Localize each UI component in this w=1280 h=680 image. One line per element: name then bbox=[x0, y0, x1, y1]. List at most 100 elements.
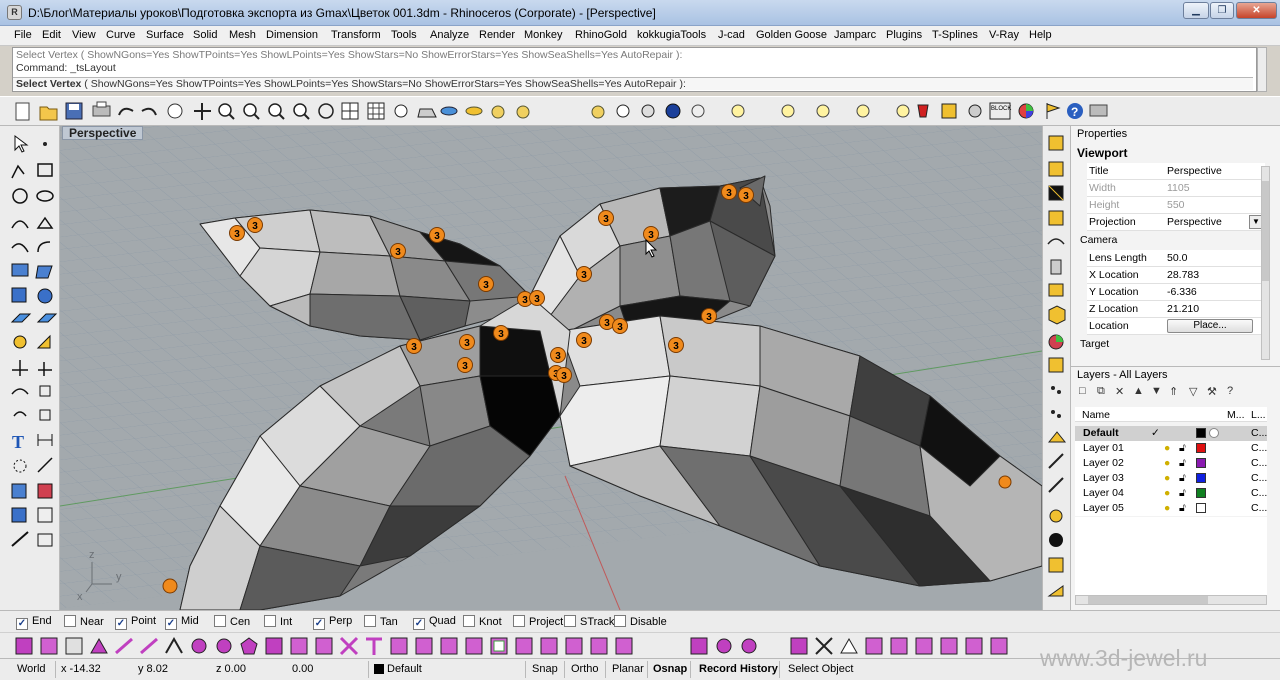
vertex-badge[interactable]: 3 bbox=[252, 221, 258, 232]
minimize-button[interactable]: ▁ bbox=[1183, 2, 1209, 19]
vertex-badge[interactable]: 3 bbox=[706, 312, 712, 323]
point-icon[interactable] bbox=[43, 142, 47, 146]
osnap-quad[interactable]: ✓ Quad bbox=[413, 615, 456, 630]
text-icon[interactable]: T bbox=[12, 432, 24, 452]
menu-jamparc[interactable]: Jamparc bbox=[834, 29, 876, 41]
bulb-e-icon[interactable] bbox=[896, 104, 910, 118]
cube-face-icon[interactable] bbox=[1048, 161, 1064, 177]
layer-linetype[interactable]: C... bbox=[1251, 487, 1267, 499]
layer-row-default[interactable]: Default ✓ C... bbox=[1075, 426, 1267, 441]
cube-magenta-icon[interactable] bbox=[15, 637, 33, 655]
vertex-badge[interactable]: 3 bbox=[726, 188, 732, 199]
column-name-header[interactable]: Name bbox=[1082, 409, 1110, 421]
layers-hscrollbar[interactable] bbox=[1075, 595, 1267, 605]
polyline-icon[interactable] bbox=[11, 164, 25, 179]
checkbox-knot[interactable] bbox=[463, 615, 475, 627]
sphere-icon[interactable] bbox=[37, 288, 53, 304]
box-mode-icon[interactable] bbox=[565, 637, 583, 655]
menu-render[interactable]: Render bbox=[479, 29, 515, 41]
box-icon[interactable] bbox=[11, 287, 27, 303]
weld-icon[interactable] bbox=[90, 637, 108, 654]
osnap-int[interactable]: Int bbox=[264, 615, 292, 629]
osnap-end[interactable]: ✓ End bbox=[16, 615, 52, 630]
menu-vray[interactable]: V-Ray bbox=[989, 29, 1019, 41]
options-icon[interactable] bbox=[968, 104, 982, 118]
render-icon[interactable] bbox=[665, 103, 681, 119]
menu-dimension[interactable]: Dimension bbox=[266, 29, 318, 41]
checkbox-cen[interactable] bbox=[214, 615, 226, 627]
xray-view-icon[interactable] bbox=[516, 105, 530, 119]
bulb-b-icon[interactable] bbox=[781, 104, 795, 118]
properties-scrollbar[interactable] bbox=[1261, 166, 1270, 360]
checkbox-disable[interactable] bbox=[614, 615, 626, 627]
layer-color-swatch[interactable] bbox=[1196, 488, 1206, 498]
layout-icon[interactable] bbox=[37, 507, 53, 523]
layer-name[interactable]: Layer 02 bbox=[1083, 457, 1124, 469]
move-to-parent-icon[interactable]: ⇑ bbox=[1169, 385, 1178, 398]
points-on-icon[interactable] bbox=[13, 459, 27, 473]
layer-name[interactable]: Layer 03 bbox=[1083, 472, 1124, 484]
open-file-icon[interactable] bbox=[39, 106, 58, 121]
osnap-disable[interactable]: Disable bbox=[614, 615, 667, 629]
pen-icon[interactable] bbox=[1048, 453, 1064, 469]
lock-icon[interactable]: 🔓︎ bbox=[1179, 502, 1186, 515]
toggle-icon[interactable] bbox=[615, 637, 633, 655]
osnap-tan[interactable]: Tan bbox=[364, 615, 398, 629]
osnap-perp[interactable]: ✓ Perp bbox=[313, 615, 352, 630]
scatter-icon[interactable] bbox=[1051, 410, 1061, 418]
planar-toggle[interactable]: Planar bbox=[612, 663, 644, 675]
layer-linetype[interactable]: C... bbox=[1251, 442, 1267, 454]
property-row[interactable]: Z Location 21.210 bbox=[1087, 301, 1265, 318]
select-loop-icon[interactable] bbox=[440, 637, 458, 655]
undo-icon[interactable] bbox=[118, 107, 134, 116]
surface-edge-icon[interactable] bbox=[35, 265, 53, 279]
property-row[interactable]: X Location 28.783 bbox=[1087, 267, 1265, 284]
append-icon[interactable] bbox=[315, 637, 333, 655]
menu-plugins[interactable]: Plugins bbox=[886, 29, 922, 41]
vertex-badge[interactable]: 3 bbox=[604, 318, 610, 329]
layer-color-swatch[interactable] bbox=[1196, 503, 1206, 513]
wireframe-view-icon[interactable] bbox=[616, 104, 630, 118]
move-up-icon[interactable]: ▲ bbox=[1133, 385, 1144, 397]
move-down-icon[interactable]: ▼ bbox=[1151, 385, 1162, 397]
print-icon[interactable] bbox=[92, 101, 111, 117]
checkbox-int[interactable] bbox=[264, 615, 276, 627]
rectangle-icon[interactable] bbox=[37, 163, 53, 177]
menu-monkey[interactable]: Monkey bbox=[524, 29, 563, 41]
explode-icon[interactable] bbox=[11, 388, 29, 395]
lightbulb-icon[interactable]: ● bbox=[1164, 502, 1170, 514]
extrude-icon[interactable] bbox=[1048, 305, 1066, 325]
checkbox-strack[interactable] bbox=[564, 615, 576, 627]
ghosted-view-icon[interactable] bbox=[491, 105, 505, 119]
vertex-badge[interactable]: 3 bbox=[395, 247, 401, 258]
current-layer-check[interactable]: ✓ bbox=[1151, 427, 1160, 439]
checkbox-tan[interactable] bbox=[364, 615, 376, 627]
flip-icon[interactable] bbox=[1047, 585, 1064, 597]
fill-hole-icon[interactable] bbox=[265, 637, 283, 655]
column-material-header[interactable]: M... bbox=[1227, 409, 1245, 421]
lightbulb-icon[interactable]: ● bbox=[1164, 487, 1170, 499]
dots-grid-6-icon[interactable] bbox=[990, 637, 1008, 655]
rendered-view-icon[interactable] bbox=[465, 106, 483, 116]
zoom-extents-icon[interactable] bbox=[268, 103, 285, 120]
dots-grid-4-icon[interactable] bbox=[940, 637, 958, 655]
sphere-tsp-icon[interactable] bbox=[716, 638, 732, 654]
vertex-badge[interactable]: 3 bbox=[434, 231, 440, 242]
property-row[interactable]: Location Place... bbox=[1087, 318, 1265, 335]
layer-color-swatch[interactable] bbox=[1196, 428, 1206, 438]
layer-color-swatch[interactable] bbox=[1196, 458, 1206, 468]
analyze-icon[interactable] bbox=[37, 457, 53, 473]
layer-row-01[interactable]: Layer 01 ● 🔓︎ C... bbox=[1075, 441, 1267, 456]
property-row[interactable]: Lens Length 50.0 bbox=[1087, 250, 1265, 267]
bridge-icon[interactable] bbox=[115, 637, 133, 655]
zoom-window-icon[interactable] bbox=[243, 103, 260, 120]
cube-split-icon[interactable] bbox=[65, 637, 83, 655]
osnap-project[interactable]: Project bbox=[513, 615, 563, 629]
crease-icon[interactable] bbox=[165, 636, 183, 654]
flag-icon[interactable] bbox=[1046, 103, 1061, 119]
ortho-toggle[interactable]: Ortho bbox=[571, 663, 599, 675]
color-wheel-icon[interactable] bbox=[1018, 103, 1034, 119]
technical-view-icon[interactable] bbox=[591, 105, 605, 119]
render-mesh-icon[interactable] bbox=[37, 483, 53, 499]
color-sphere-icon[interactable] bbox=[1048, 334, 1064, 350]
